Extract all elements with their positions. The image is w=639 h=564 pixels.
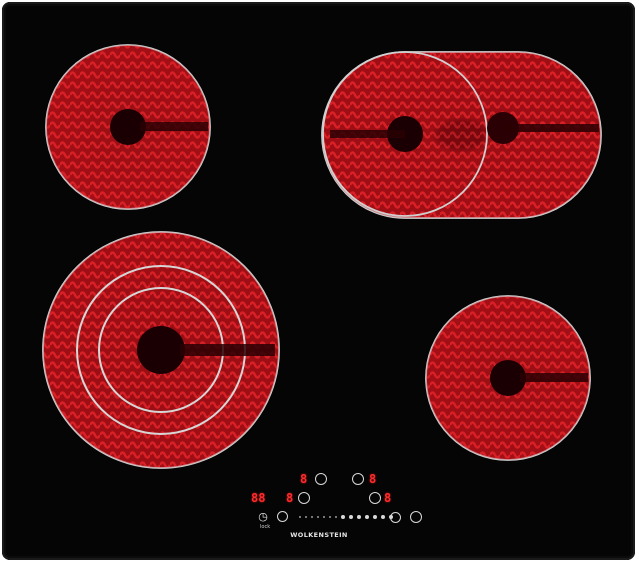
slider-dot (357, 515, 361, 519)
burner-front-right (425, 295, 591, 461)
brand-logo: WOLKENSTEIN (290, 531, 348, 539)
zone-select-front-mid-icon[interactable] (298, 492, 310, 504)
zone-select-front-left-icon[interactable] (315, 473, 327, 485)
lock-icon[interactable] (277, 511, 288, 522)
display-rear-mid: 8 (384, 491, 392, 505)
hob-image: 8 8 88 8 8 ◷ lock WOLKENSTEIN (0, 0, 639, 564)
slider-dot (311, 516, 313, 518)
clock-icon[interactable]: ◷ (256, 510, 270, 524)
display-front-left: 8 (300, 472, 308, 486)
boost-icon[interactable] (390, 512, 401, 523)
slider-dot (365, 515, 369, 519)
display-timer: 88 (251, 491, 266, 505)
slider-dot (335, 516, 337, 518)
slider-dot (341, 515, 345, 519)
slider-dot (381, 515, 385, 519)
burner-rear-right-oval (321, 51, 602, 219)
burner-rear-left (45, 44, 211, 210)
zone-select-rear-right-icon[interactable] (352, 473, 364, 485)
display-rear-right: 8 (369, 472, 377, 486)
zone-select-rear-mid-icon[interactable] (369, 492, 381, 504)
slider-dot (323, 516, 325, 518)
slider-dot (299, 516, 301, 518)
slider-dot (329, 516, 331, 518)
power-icon[interactable] (410, 511, 422, 523)
slider-dot (349, 515, 353, 519)
slider-dot (305, 516, 307, 518)
slider-dot (373, 515, 377, 519)
slider-dot (317, 516, 319, 518)
lock-sub-label: lock (260, 524, 271, 530)
burner-front-left-triple (42, 231, 280, 469)
display-front-mid: 8 (286, 491, 294, 505)
power-slider[interactable] (299, 515, 393, 519)
